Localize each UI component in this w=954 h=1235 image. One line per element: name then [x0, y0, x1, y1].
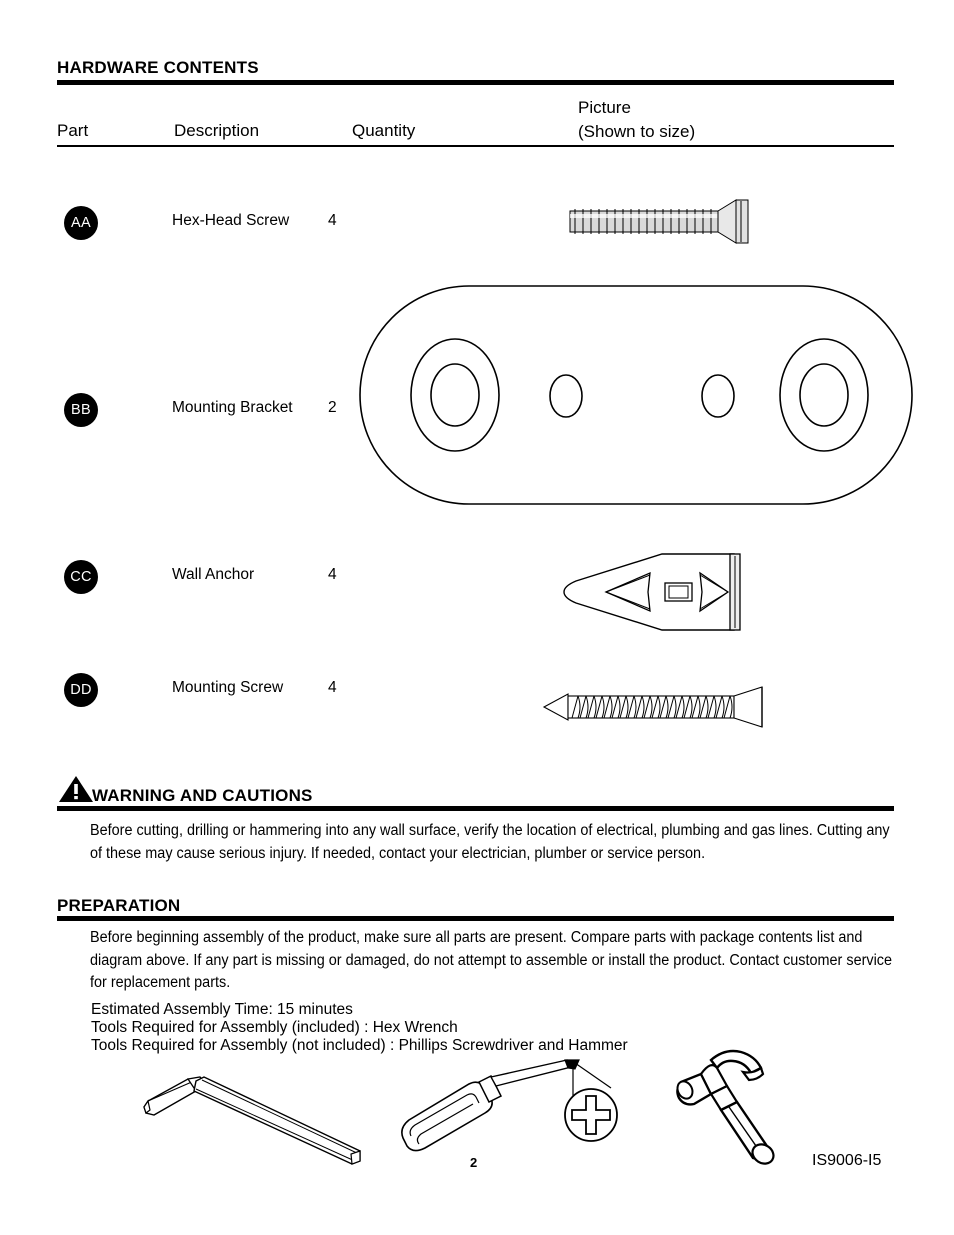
- preparation-heading-rule: [57, 916, 894, 921]
- warning-heading: WARNING AND CAUTIONS: [92, 786, 313, 805]
- part-description-bb: Mounting Bracket: [172, 399, 293, 416]
- part-badge-dd-label: DD: [70, 682, 92, 698]
- warning-heading-rule: [57, 806, 894, 811]
- document-code: IS9006-I5: [812, 1152, 882, 1169]
- page-number: 2: [470, 1155, 478, 1170]
- warning-triangle-icon: [58, 775, 94, 803]
- column-header-picture-line2: (Shown to size): [578, 122, 696, 141]
- part-quantity-dd: 4: [328, 679, 337, 696]
- column-header-description: Description: [174, 121, 260, 140]
- column-header-quantity: Quantity: [352, 121, 416, 140]
- part-badge-cc: CC: [64, 560, 98, 594]
- part-description-aa: Hex-Head Screw: [172, 212, 290, 229]
- wall-anchor-icon: [558, 551, 754, 633]
- hex-head-screw-icon: [566, 198, 756, 248]
- column-header-picture-line1: Picture: [578, 98, 631, 117]
- mounting-bracket-icon: [358, 284, 914, 506]
- hardware-heading-rule: [57, 80, 894, 85]
- mounting-screw-icon: [542, 685, 782, 729]
- part-quantity-aa: 4: [328, 212, 337, 229]
- preparation-body-text: Before beginning assembly of the product…: [90, 929, 893, 991]
- column-header-rule: [57, 145, 894, 147]
- part-description-cc: Wall Anchor: [172, 566, 255, 583]
- hammer-icon: [665, 1040, 785, 1165]
- hardware-contents-heading: HARDWARE CONTENTS: [57, 58, 259, 77]
- instruction-sheet-page: HARDWARE CONTENTS Part Description Quant…: [0, 0, 954, 1235]
- part-badge-dd: DD: [64, 673, 98, 707]
- part-quantity-bb: 2: [328, 399, 337, 416]
- part-badge-aa-label: AA: [71, 215, 91, 231]
- part-badge-cc-label: CC: [70, 569, 92, 585]
- tools-required-not-included: Tools Required for Assembly (not include…: [91, 1037, 628, 1054]
- phillips-screwdriver-icon: [395, 1058, 630, 1158]
- column-header-part: Part: [57, 121, 89, 140]
- part-badge-bb-label: BB: [71, 402, 91, 418]
- warning-body-text: Before cutting, drilling or hammering in…: [90, 822, 890, 862]
- part-badge-aa: AA: [64, 206, 98, 240]
- part-quantity-cc: 4: [328, 566, 337, 583]
- hex-wrench-icon: [138, 1065, 368, 1170]
- part-description-dd: Mounting Screw: [172, 679, 284, 696]
- preparation-heading: PREPARATION: [57, 896, 181, 915]
- part-badge-bb: BB: [64, 393, 98, 427]
